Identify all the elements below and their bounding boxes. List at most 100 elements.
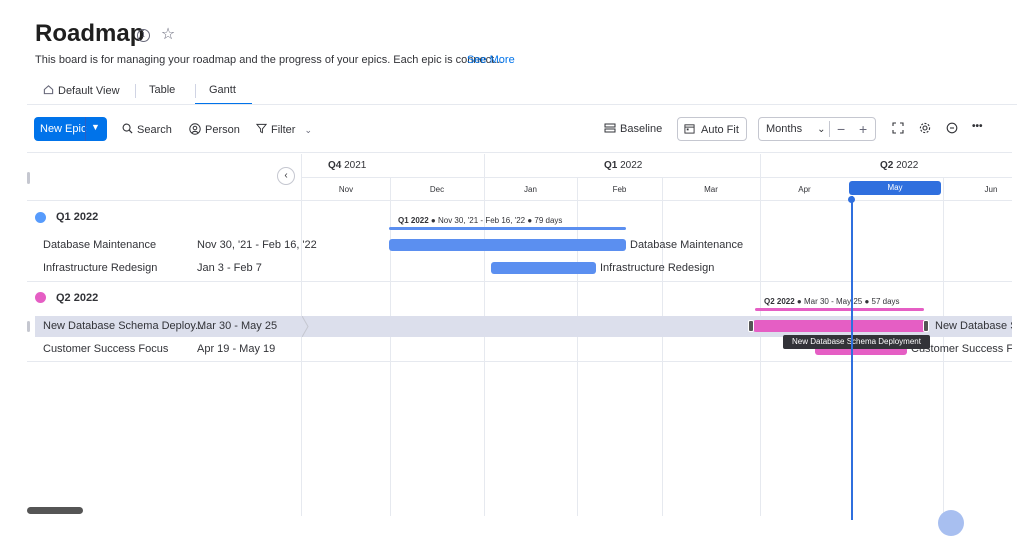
board-description: This board is for managing your roadmap …: [35, 54, 504, 66]
group-divider: [27, 361, 1012, 362]
tabs-divider: [27, 104, 1017, 105]
group-summary-bar: [389, 227, 626, 230]
today-marker-line: [851, 196, 853, 520]
zoom-out-button[interactable]: −: [837, 121, 845, 137]
fullscreen-icon[interactable]: [892, 122, 904, 137]
item-name[interactable]: Database Maintenance: [43, 239, 156, 251]
summary-days: 57 days: [871, 297, 900, 306]
month-header: Feb: [612, 185, 627, 194]
chat-icon[interactable]: [946, 122, 958, 137]
row-selection-arrow: [302, 316, 309, 337]
quarter-header: Q1 2022: [604, 160, 642, 171]
group-summary: Q1 2022 ● Nov 30, '21 - Feb 16, '22 ● 79…: [398, 216, 563, 225]
gantt-bar[interactable]: [389, 239, 626, 251]
item-dates[interactable]: Nov 30, '21 - Feb 16, '22: [197, 239, 317, 251]
summary-range: Mar 30 - May 25: [803, 297, 863, 306]
bar-resize-handle-left[interactable]: [748, 320, 754, 332]
search-label: Search: [137, 124, 172, 136]
today-marker-dot: [848, 196, 855, 203]
see-more-link[interactable]: See More: [467, 54, 515, 66]
group-color-dot[interactable]: [35, 292, 46, 303]
group-divider: [27, 281, 1012, 282]
summary-range: Nov 30, '21 - Feb 16, '22: [437, 216, 526, 225]
zoom-divider: [829, 121, 830, 137]
star-icon[interactable]: ☆: [160, 27, 176, 43]
info-icon[interactable]: i: [137, 29, 150, 42]
resize-handle[interactable]: [27, 172, 30, 184]
quarter-year: 2022: [896, 160, 919, 171]
summary-group-name: Q1 2022: [398, 216, 429, 225]
item-dates[interactable]: Mar 30 - May 25: [197, 320, 277, 332]
quarter-header: Q2 2022: [880, 160, 918, 171]
header-bottom-divider: [27, 200, 1012, 201]
header-divider: [302, 177, 1012, 178]
quarter-header: Q4 2021: [328, 160, 366, 171]
new-epic-label: New Epic: [40, 123, 87, 135]
item-name[interactable]: New Database Schema Deploy...: [43, 320, 204, 332]
group-summary-bar: [755, 308, 924, 311]
drag-handle[interactable]: [27, 321, 30, 332]
new-epic-button[interactable]: New Epic ▼: [34, 117, 107, 141]
filter-icon: [255, 123, 268, 134]
collapse-panel-button[interactable]: ‹: [277, 167, 295, 185]
gantt-bar[interactable]: [491, 262, 596, 274]
item-name[interactable]: Infrastructure Redesign: [43, 262, 157, 274]
quarter-divider: [760, 154, 761, 178]
gantt-bar-selected[interactable]: [753, 320, 928, 332]
quarter-year: 2022: [620, 160, 643, 171]
item-name[interactable]: Customer Success Focus: [43, 343, 168, 355]
item-dates[interactable]: Jan 3 - Feb 7: [197, 262, 262, 274]
person-filter-button[interactable]: Person: [189, 123, 240, 136]
group-title[interactable]: Q2 2022: [56, 292, 98, 304]
tab-label: Default View: [58, 85, 120, 97]
filter-label: Filter: [271, 124, 296, 136]
item-dates[interactable]: Apr 19 - May 19: [197, 343, 275, 355]
month-divider: [760, 178, 761, 516]
auto-fit-content: Auto Fit: [684, 123, 739, 136]
tab-gantt[interactable]: Gantt: [209, 84, 236, 96]
month-header: Jan: [524, 185, 537, 194]
calendar-icon: [684, 124, 695, 134]
month-header: Apr: [798, 185, 811, 194]
month-header: Mar: [704, 185, 718, 194]
month-header: Nov: [338, 185, 354, 194]
tab-table[interactable]: Table: [149, 84, 175, 96]
auto-fit-label: Auto Fit: [701, 124, 739, 136]
summary-group-name: Q2 2022: [764, 297, 795, 306]
gantt-bar-label: New Database Sc: [935, 320, 1012, 332]
search-button[interactable]: Search: [122, 123, 172, 136]
zoom-select[interactable]: Months ⌄: [766, 123, 826, 135]
gear-icon[interactable]: [919, 122, 931, 137]
tab-divider: [135, 84, 136, 98]
zoom-in-button[interactable]: +: [859, 121, 867, 137]
baseline-icon: [604, 123, 616, 133]
quarter-name: Q2: [880, 160, 894, 171]
person-icon: [189, 123, 201, 135]
baseline-label: Baseline: [620, 123, 663, 135]
person-label: Person: [205, 124, 240, 136]
split-divider: [85, 117, 86, 141]
bar-tooltip: New Database Schema Deployment: [783, 335, 930, 349]
chevron-down-icon: ⌄: [817, 124, 826, 135]
filter-button[interactable]: Filter ⌄: [255, 123, 312, 136]
month-header: Jun: [984, 185, 998, 194]
more-options-button[interactable]: •••: [972, 121, 983, 132]
help-icon[interactable]: [938, 510, 964, 536]
quarter-name: Q4: [328, 160, 342, 171]
bar-resize-handle-right[interactable]: [923, 320, 929, 332]
tab-default-view[interactable]: Default View: [43, 84, 120, 97]
quarter-name: Q1: [604, 160, 618, 171]
month-header: Dec: [429, 185, 445, 194]
home-icon: [43, 85, 54, 95]
chevron-down-icon[interactable]: ▼: [91, 122, 100, 132]
zoom-select-value: Months: [766, 123, 803, 135]
page-title: Roadmap: [35, 20, 145, 47]
group-color-dot[interactable]: [35, 212, 46, 223]
tab-divider: [195, 84, 196, 98]
group-summary: Q2 2022 ● Mar 30 - May 25 ● 57 days: [764, 297, 900, 306]
month-divider: [662, 178, 663, 516]
baseline-button[interactable]: Baseline: [604, 123, 662, 135]
gantt-bar-label: Infrastructure Redesign: [600, 262, 715, 274]
horizontal-scrollbar[interactable]: [27, 507, 83, 514]
group-title[interactable]: Q1 2022: [56, 211, 98, 223]
